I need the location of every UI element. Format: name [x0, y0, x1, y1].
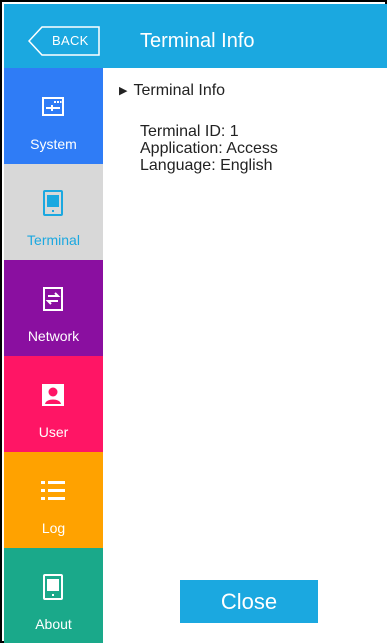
- sidebar-item-network[interactable]: Network: [4, 260, 103, 356]
- sidebar-item-about[interactable]: About: [4, 548, 103, 643]
- sidebar-item-label: Log: [41, 520, 66, 536]
- app-frame: BACK Terminal Info System Terminal Netwo…: [0, 0, 387, 643]
- log-list-icon: [41, 481, 65, 500]
- close-button[interactable]: Close: [180, 580, 318, 623]
- sidebar-item-label: System: [30, 136, 77, 152]
- about-device-icon: [43, 574, 63, 600]
- sidebar-item-terminal[interactable]: Terminal: [4, 164, 103, 260]
- sidebar-item-log[interactable]: Log: [4, 452, 103, 548]
- section-header: ▶ Terminal Info: [119, 82, 225, 100]
- header-bar: BACK Terminal Info: [4, 4, 387, 68]
- sidebar-item-label: User: [38, 424, 69, 440]
- page-title: Terminal Info: [140, 30, 255, 52]
- network-icon: [43, 287, 63, 311]
- terminal-device-icon: [43, 190, 63, 216]
- content-panel: ▶ Terminal Info Terminal ID: 1 Applicatio…: [103, 68, 387, 643]
- back-button[interactable]: BACK: [28, 26, 100, 56]
- system-settings-icon: [42, 97, 64, 116]
- sidebar-item-label: Network: [27, 328, 80, 344]
- terminal-id-text: Terminal ID: 1: [140, 123, 239, 140]
- sidebar-item-label: Terminal: [27, 232, 80, 248]
- user-icon: [42, 384, 64, 406]
- sidebar-item-system[interactable]: System: [4, 68, 103, 164]
- triangle-right-icon: ▶: [119, 85, 128, 97]
- info-list: Terminal ID: 1 Application: Access Langu…: [140, 123, 278, 174]
- language-text: Language: English: [140, 157, 273, 174]
- sidebar-item-user[interactable]: User: [4, 356, 103, 452]
- sidebar: System Terminal Network User Log About: [4, 68, 103, 643]
- application-text: Application: Access: [140, 140, 278, 157]
- section-title: Terminal Info: [133, 82, 226, 99]
- back-button-label: BACK: [52, 33, 89, 48]
- sidebar-item-label: About: [35, 616, 72, 632]
